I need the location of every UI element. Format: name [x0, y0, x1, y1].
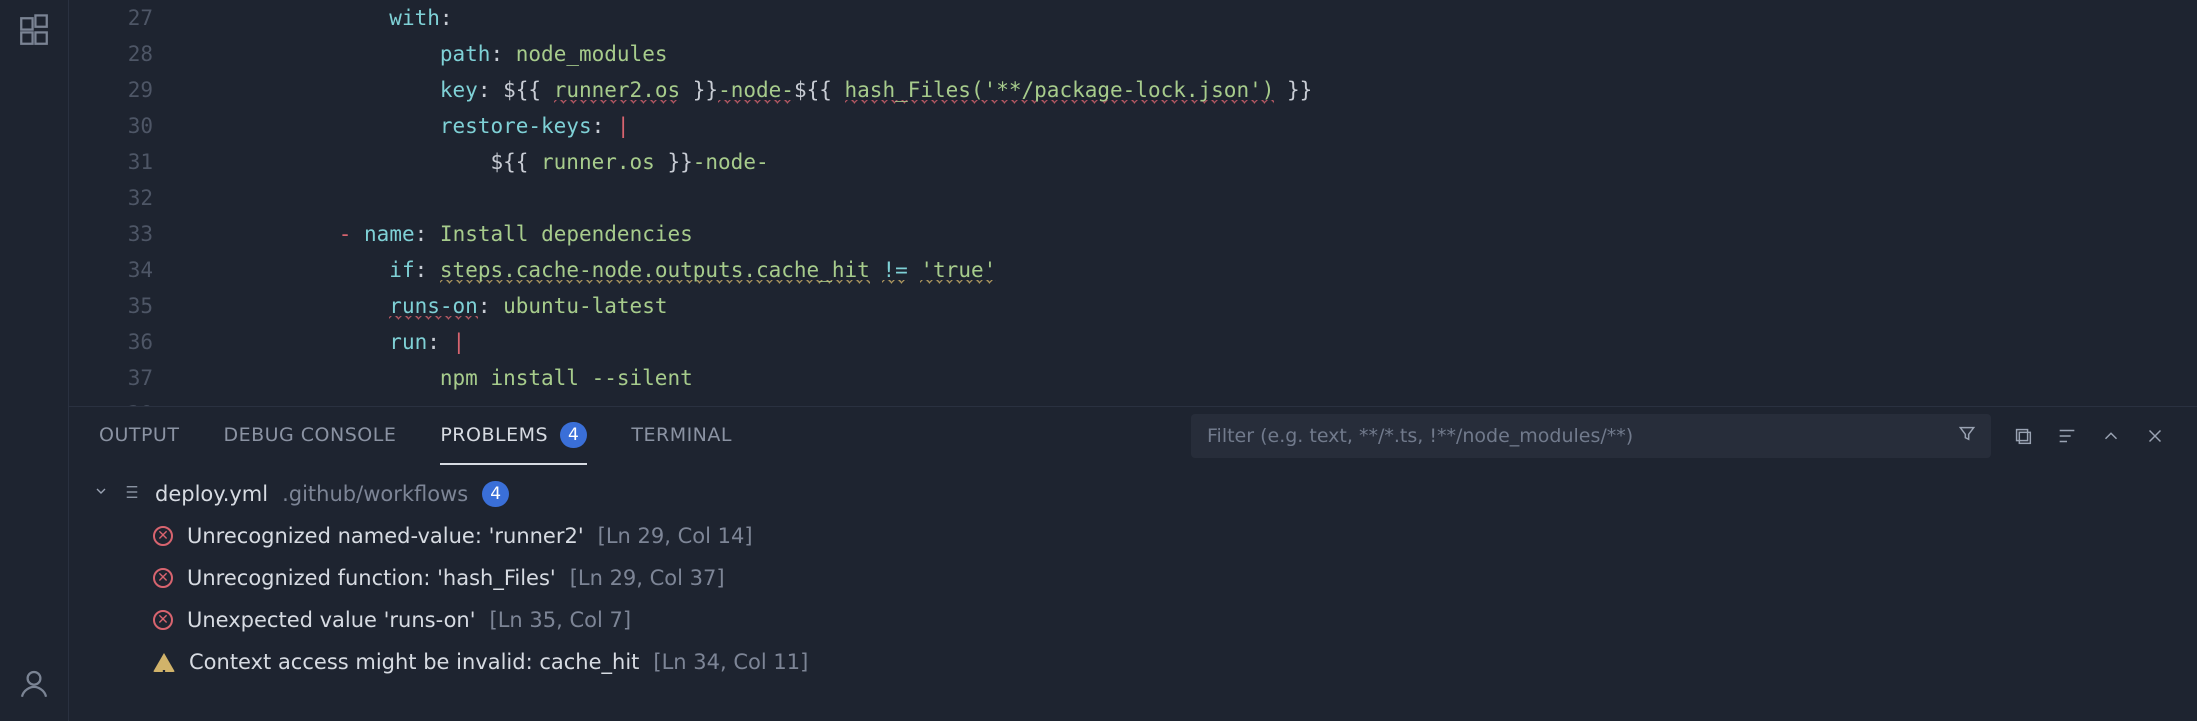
problem-location: [Ln 34, Col 11] [653, 641, 808, 683]
minimap[interactable] [1567, 0, 2197, 406]
error-icon: ✕ [153, 610, 173, 630]
problem-item[interactable]: ✕ Unexpected value 'runs-on' [Ln 35, Col 7… [93, 599, 2197, 641]
code-editor[interactable]: 272829303132333435363738 with: path: nod… [68, 0, 2197, 406]
code-line[interactable]: if: steps.cache-node.outputs.cache_hit !… [187, 252, 1567, 288]
problems-filter-box[interactable] [1191, 414, 1991, 458]
panel-close-icon[interactable] [2143, 424, 2167, 448]
activity-bar [0, 0, 68, 721]
warning-icon [153, 653, 175, 672]
extensions-icon[interactable] [15, 12, 53, 50]
code-content[interactable]: with: path: node_modules key: ${{ runner… [187, 0, 1567, 406]
tab-debug-console[interactable]: DEBUG CONSOLE [223, 407, 396, 465]
line-number: 36 [69, 324, 153, 360]
problem-message: Unexpected value 'runs-on' [187, 599, 476, 641]
code-line[interactable]: - name: Install dependencies [187, 216, 1567, 252]
collapse-all-icon[interactable] [2011, 424, 2035, 448]
line-number: 28 [69, 36, 153, 72]
error-icon: ✕ [153, 568, 173, 588]
code-line[interactable]: ${{ runner.os }}-node- [187, 144, 1567, 180]
main-area: 272829303132333435363738 with: path: nod… [68, 0, 2197, 721]
line-number: 33 [69, 216, 153, 252]
problem-message: Context access might be invalid: cache_h… [189, 641, 639, 683]
problem-message: Unrecognized function: 'hash_Files' [187, 557, 556, 599]
problems-file-row[interactable]: deploy.yml .github/workflows 4 [93, 473, 2197, 515]
line-number: 34 [69, 252, 153, 288]
code-line[interactable]: key: ${{ runner2.os }}-node-${{ hash_Fil… [187, 72, 1567, 108]
problem-item[interactable]: ✕ Unrecognized function: 'hash_Files' [Ln … [93, 557, 2197, 599]
line-number: 27 [69, 0, 153, 36]
line-number: 29 [69, 72, 153, 108]
problem-message: Unrecognized named-value: 'runner2' [187, 515, 584, 557]
problem-location: [Ln 29, Col 14] [598, 515, 753, 557]
error-icon: ✕ [153, 526, 173, 546]
code-line[interactable]: restore-keys: | [187, 108, 1567, 144]
code-line[interactable]: runs-on: ubuntu-latest [187, 288, 1567, 324]
line-number: 37 [69, 360, 153, 396]
code-line[interactable] [187, 180, 1567, 216]
tab-problems[interactable]: PROBLEMS 4 [440, 407, 587, 465]
problem-item[interactable]: ✕ Unrecognized named-value: 'runner2' [Ln … [93, 515, 2197, 557]
line-number: 31 [69, 144, 153, 180]
problem-location: [Ln 35, Col 7] [490, 599, 632, 641]
tab-output[interactable]: OUTPUT [99, 407, 179, 465]
line-number: 35 [69, 288, 153, 324]
tab-terminal[interactable]: TERMINAL [631, 407, 732, 465]
problems-filter-input[interactable] [1207, 425, 1941, 447]
file-problem-count-badge: 4 [482, 481, 509, 507]
filter-icon[interactable] [1957, 424, 1977, 449]
code-line[interactable]: path: node_modules [187, 36, 1567, 72]
panel-chevron-up-icon[interactable] [2099, 424, 2123, 448]
problems-file-name: deploy.yml [155, 473, 268, 515]
code-line[interactable]: with: [187, 0, 1567, 36]
bottom-panel: OUTPUT DEBUG CONSOLE PROBLEMS 4 TERMINAL [68, 406, 2197, 721]
code-line[interactable]: run: | [187, 324, 1567, 360]
panel-tab-bar: OUTPUT DEBUG CONSOLE PROBLEMS 4 TERMINAL [69, 407, 2197, 465]
chevron-down-icon[interactable] [93, 473, 109, 515]
line-number: 30 [69, 108, 153, 144]
code-line[interactable]: npm install --silent [187, 360, 1567, 396]
line-number: 38 [69, 396, 153, 406]
problem-location: [Ln 29, Col 37] [570, 557, 725, 599]
line-number: 32 [69, 180, 153, 216]
problems-file-path: .github/workflows [282, 473, 468, 515]
line-number-gutter: 272829303132333435363738 [69, 0, 187, 406]
view-as-list-icon[interactable] [2055, 424, 2079, 448]
problems-count-badge: 4 [560, 422, 587, 448]
accounts-icon[interactable] [15, 665, 53, 703]
problems-list: deploy.yml .github/workflows 4 ✕ Unrecogn… [69, 465, 2197, 683]
code-line[interactable] [187, 396, 1567, 406]
problem-item[interactable]: Context access might be invalid: cache_h… [93, 641, 2197, 683]
file-list-icon [123, 473, 141, 515]
